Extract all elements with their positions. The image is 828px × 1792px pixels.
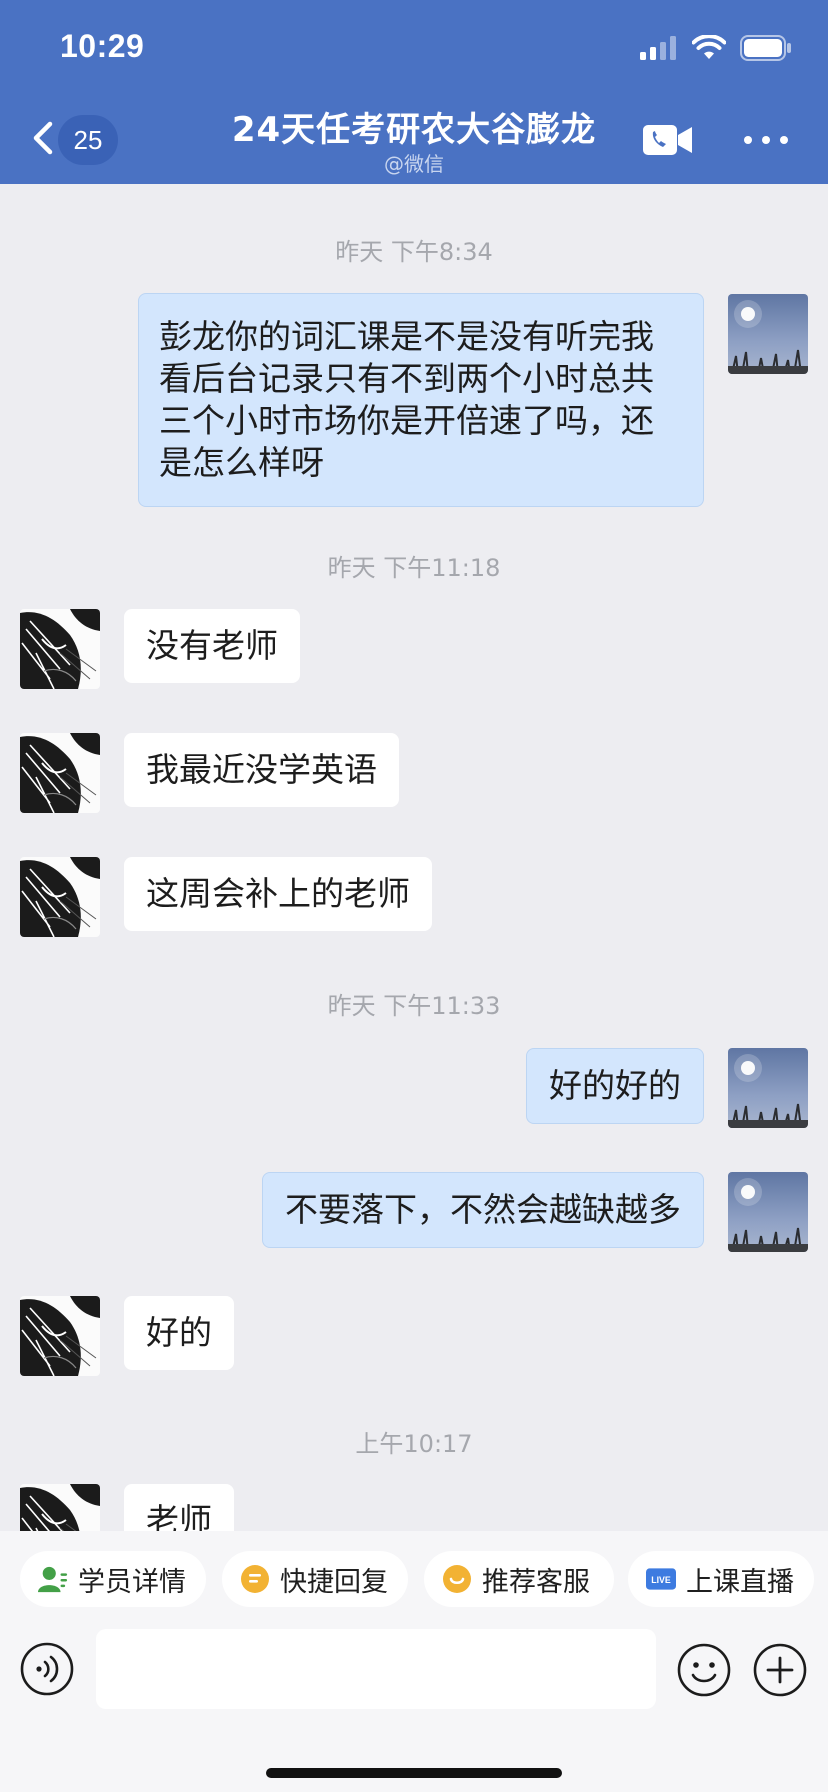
quick-action-bar: 学员详情 快捷回复 推荐客服 LIVE 上课直播 — [0, 1531, 828, 1626]
incoming-message[interactable]: 我最近没学英语 — [124, 733, 399, 807]
more-options-icon[interactable] — [744, 124, 788, 156]
svg-text:LIVE: LIVE — [651, 1575, 671, 1585]
chip-label: 推荐客服 — [482, 1566, 590, 1598]
chat-screen: 10:29 25 24天任考研农大谷膨龙 @微信 昨天 下午8:34 彭龙你的词… — [0, 0, 828, 1792]
voice-input-icon[interactable] — [20, 1642, 74, 1696]
contact-avatar[interactable] — [20, 1296, 100, 1376]
service-icon — [442, 1564, 472, 1594]
timestamp: 上午10:17 — [355, 1430, 473, 1458]
chip-label: 学员详情 — [78, 1566, 186, 1598]
chip-student-details[interactable]: 学员详情 — [20, 1551, 206, 1607]
my-avatar[interactable] — [728, 294, 808, 374]
outgoing-message[interactable]: 不要落下，不然会越缺越多 — [262, 1172, 704, 1248]
chat-header: 10:29 25 24天任考研农大谷膨龙 @微信 — [0, 0, 828, 184]
message-list[interactable]: 昨天 下午8:34 彭龙你的词汇课是不是没有听完我看后台记录只有不到两个小时总共… — [0, 184, 828, 1531]
outgoing-message[interactable]: 彭龙你的词汇课是不是没有听完我看后台记录只有不到两个小时总共三个小时市场你是开倍… — [138, 293, 704, 507]
video-call-icon[interactable] — [642, 122, 694, 158]
wifi-icon — [692, 35, 726, 59]
incoming-message[interactable]: 老师 — [124, 1484, 234, 1531]
chip-quick-reply[interactable]: 快捷回复 — [222, 1551, 408, 1607]
contact-avatar[interactable] — [20, 609, 100, 689]
chat-subtitle: @微信 — [384, 152, 444, 176]
live-icon: LIVE — [646, 1564, 676, 1594]
status-time: 10:29 — [60, 28, 145, 64]
my-avatar[interactable] — [728, 1172, 808, 1252]
contact-avatar[interactable] — [20, 1484, 100, 1531]
chip-recommend-service[interactable]: 推荐客服 — [424, 1551, 614, 1607]
outgoing-message[interactable]: 好的好的 — [526, 1048, 704, 1124]
incoming-message[interactable]: 这周会补上的老师 — [124, 857, 432, 931]
timestamp: 昨天 下午11:18 — [327, 554, 501, 582]
incoming-message[interactable]: 好的 — [124, 1296, 234, 1370]
signal-icon — [640, 36, 676, 60]
user-detail-icon — [38, 1564, 68, 1594]
chip-label: 快捷回复 — [280, 1566, 388, 1598]
home-indicator[interactable] — [266, 1768, 562, 1778]
contact-avatar[interactable] — [20, 857, 100, 937]
chip-label: 上课直播 — [686, 1566, 794, 1598]
contact-avatar[interactable] — [20, 733, 100, 813]
chat-title: 24天任考研农大谷膨龙 — [231, 110, 597, 150]
emoji-icon[interactable] — [676, 1642, 732, 1698]
timestamp: 昨天 下午8:34 — [335, 238, 493, 266]
timestamp: 昨天 下午11:33 — [327, 992, 501, 1020]
incoming-message[interactable]: 没有老师 — [124, 609, 300, 683]
status-icons — [640, 34, 792, 62]
quick-reply-icon — [240, 1564, 270, 1594]
chip-live-class[interactable]: LIVE 上课直播 — [628, 1551, 814, 1607]
plus-icon[interactable] — [752, 1642, 808, 1698]
message-input[interactable] — [96, 1629, 656, 1709]
my-avatar[interactable] — [728, 1048, 808, 1128]
battery-icon — [740, 35, 791, 61]
